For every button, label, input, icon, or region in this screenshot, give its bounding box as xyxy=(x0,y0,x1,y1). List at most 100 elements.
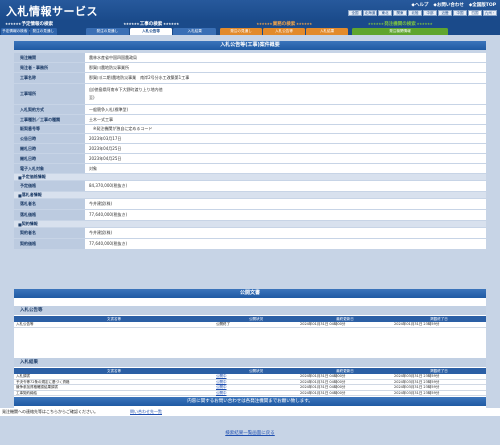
nav-tab[interactable]: 発注機関情報 xyxy=(352,28,448,35)
detail-row: 落札者名 今井建設(株) xyxy=(14,199,486,210)
detail-value: 2023年04月25日 xyxy=(89,145,122,151)
region-tab[interactable]: 東北 xyxy=(378,10,392,16)
nav-group-title: ★★★★★★ 工事の検索 ★★★★★★ xyxy=(123,22,179,27)
detail-value: 農林水産省中国四国農政局 xyxy=(89,54,137,60)
doc-cell: 2024年01月31日 04時00分 xyxy=(300,322,346,326)
detail-row: 工事名称 那賀川(二期)農地防災事業 南岸2号分水工改築第1工事 xyxy=(14,73,486,84)
detail-value: 土木一式工事 xyxy=(89,116,113,122)
detail-row: 発注者・事務所 那賀川農地防災事業所 xyxy=(14,63,486,73)
doc-cell: 2024年03月31日 23時59分 xyxy=(394,385,440,389)
detail-row: 契約者名 今井建設(株) xyxy=(14,228,486,239)
contact-row: 発注機関への連絡先等はこちらからご確認ください。 問い合わせ先一覧 xyxy=(0,408,500,416)
doc-cell: 2024年01月31日 04時00分 xyxy=(300,379,346,384)
detail-value: 77,640,000(税抜き) xyxy=(89,241,128,246)
doc-status-link[interactable]: 公開中 xyxy=(214,385,298,390)
detail-subheader: ■ 落札者情報 xyxy=(14,192,486,199)
detail-row: 工事場所 自)徳島県阿南市下大野町渡り上り地内他 至) xyxy=(14,84,486,105)
detail-row: 発注機関 農林水産省中国四国農政局 xyxy=(14,53,486,63)
detail-label: 電子入札対象 xyxy=(14,164,85,173)
detail-label: 予定価格 xyxy=(14,181,85,191)
region-tab[interactable]: 中部 xyxy=(423,10,437,16)
detail-label: 販契番号等 xyxy=(14,125,85,133)
region-tab[interactable]: 関東 xyxy=(393,10,407,16)
nav-group-title: ★★★★★★ 業務の検索 ★★★★★★ xyxy=(256,22,312,27)
subheader-label: ■ 契約情報 xyxy=(14,221,486,227)
detail-row: 公告日時 2023年03月17日 xyxy=(14,134,486,144)
help-link[interactable]: ◆ヘルプ xyxy=(411,2,428,8)
doc-cell: 2024年01月31日 04時00分 xyxy=(300,390,346,395)
detail-label: 入札契約方式 xyxy=(14,105,85,114)
nav-tab[interactable]: 発注の見通し xyxy=(220,28,262,35)
contact-list-link[interactable]: 問い合わせ先一覧 xyxy=(130,408,162,416)
detail-value: 84,370,000(税抜き) xyxy=(89,183,128,188)
nav-tab[interactable]: 入札結果 xyxy=(173,28,217,35)
detail-value: 今井建設(株) xyxy=(89,201,113,206)
detail-row: 予定価格 84,370,000(税抜き) xyxy=(14,181,486,192)
detail-value: 77,640,000(税抜き) xyxy=(89,212,128,217)
detail-value: 対象 xyxy=(89,165,97,171)
docs-title: 公開文書 xyxy=(14,289,486,298)
detail-row: 工事種別／工事の種類 土木一式工事 xyxy=(14,115,486,125)
region-tab[interactable]: 北陸 xyxy=(408,10,422,16)
docs-category: 入札結果 xyxy=(14,358,486,367)
doc-cell: 2024年03月31日 23時59分 xyxy=(394,390,440,395)
national-top-link[interactable]: ◆全国版TOP xyxy=(469,2,496,8)
nav-tab[interactable]: 予定情報の検索 xyxy=(1,28,29,35)
section-title: 入札公告等(工事)案件概要 xyxy=(14,41,486,50)
nav-tab[interactable]: 発注の見通し xyxy=(29,28,57,35)
nav-group: ★★★★★★ 予定情報の検索 ★★★★★★ 予定情報の検索 発注の見通し xyxy=(1,21,57,35)
detail-table: 発注機関 農林水産省中国四国農政局 発注者・事務所 那賀川農地防災事業所 工事名称 那賀川… xyxy=(14,53,486,250)
detail-row: 開札日時 2023年04月25日 xyxy=(14,144,486,154)
region-tab[interactable]: 九州・沖縄 xyxy=(483,10,497,21)
docs-row: 工事契約締結 公開中 2024年01月31日 04時00分 2024年03月31日 2… xyxy=(14,390,486,396)
detail-label: 発注機関 xyxy=(14,53,85,62)
region-tab[interactable]: 北海道 xyxy=(363,10,377,16)
nav-group-title: ★★★★★★ 発注機関の検索 ★★★★★★ xyxy=(367,22,433,27)
detail-row: 電子入札対象 対象 xyxy=(14,164,486,174)
subheader-label: ■ 予定価格情報 xyxy=(14,174,486,180)
detail-label: 落札者名 xyxy=(14,199,85,209)
nav-tab[interactable]: 発注の見通し xyxy=(86,28,129,35)
site-title[interactable]: 入札情報サービス xyxy=(6,3,98,19)
doc-cell: 入札調書 xyxy=(16,374,30,378)
site-header: 入札情報サービス ◆ヘルプ ◆お問い合わせ ◆全国版TOP 全国 北海道 東北 関東北… xyxy=(0,0,500,21)
detail-label: 契約者名 xyxy=(14,228,85,238)
doc-status-link[interactable]: 公開中 xyxy=(214,374,298,379)
detail-label: 工事場所 xyxy=(14,84,85,104)
region-tab[interactable]: 近畿 xyxy=(438,10,452,16)
nav-group: ★★★★★★ 発注機関の検索 ★★★★★★ 発注機関情報 xyxy=(352,21,448,35)
doc-cell: 2024年01月31日 23時59分 xyxy=(394,322,440,326)
detail-value: 2023年04月25日 xyxy=(89,155,122,161)
nav-tab-active[interactable]: 入札公告等 xyxy=(129,28,173,35)
doc-cell: 公開終了 xyxy=(216,322,230,326)
region-tab[interactable]: 四国 xyxy=(468,10,482,16)
doc-status-link[interactable]: 公開中 xyxy=(214,391,298,396)
detail-row: 開札日時 2023年04月25日 xyxy=(14,154,486,164)
doc-cell: 予決令等72条の規定に基づく資格 xyxy=(16,379,70,384)
nav-group: ★★★★★★ 業務の検索 ★★★★★★ 発注の見通し 入札公告等 入札結果 xyxy=(220,21,348,35)
inquiry-notice: 内容に関するお問い合わせは各発注機関までお願い致します。 xyxy=(14,397,486,406)
detail-row: 販契番号等 ※発注機関が独自に定めるコード xyxy=(14,125,486,134)
nav-group: ★★★★★★ 工事の検索 ★★★★★★ 発注の見通し 入札公告等 入札結果 xyxy=(86,21,217,35)
back-to-results-link[interactable]: 検索結果一覧画面に戻る xyxy=(0,430,500,436)
detail-value: 那賀川(二期)農地防災事業 南岸2号分水工改築第1工事 xyxy=(89,75,190,80)
docs-category: 入札公告等 xyxy=(14,306,486,315)
doc-status-link[interactable]: 公開中 xyxy=(214,380,298,385)
contact-link[interactable]: ◆お問い合わせ xyxy=(433,2,463,8)
nav-tab[interactable]: 入札公告等 xyxy=(263,28,305,35)
detail-row: 契約価格 77,640,000(税抜き) xyxy=(14,239,486,250)
nav-tab[interactable]: 入札結果 xyxy=(306,28,348,35)
detail-value: 今井建設(株) xyxy=(89,230,113,235)
docs-row: 入札公告等 公開終了 2024年01月31日 04時00分 2024年01月31日 2… xyxy=(14,322,486,328)
detail-row: 入札契約方式 一般競争入札(標準型) xyxy=(14,105,486,115)
main-nav: ★★★★★★ 予定情報の検索 ★★★★★★ 予定情報の検索 発注の見通し ★★★★★★… xyxy=(0,21,500,35)
detail-label: 契約価格 xyxy=(14,239,85,249)
header-links: ◆ヘルプ ◆お問い合わせ ◆全国版TOP xyxy=(411,2,496,8)
region-tab[interactable]: 全国 xyxy=(348,10,362,16)
contact-text: 発注機関への連絡先等はこちらからご確認ください。 xyxy=(2,409,98,414)
detail-label: 開札日時 xyxy=(14,144,85,153)
doc-cell: 工事契約締結 xyxy=(16,390,37,395)
detail-value: 那賀川農地防災事業所 xyxy=(89,64,129,70)
doc-cell: 入札公告等 xyxy=(16,322,34,326)
region-tab[interactable]: 中国 xyxy=(453,10,467,16)
